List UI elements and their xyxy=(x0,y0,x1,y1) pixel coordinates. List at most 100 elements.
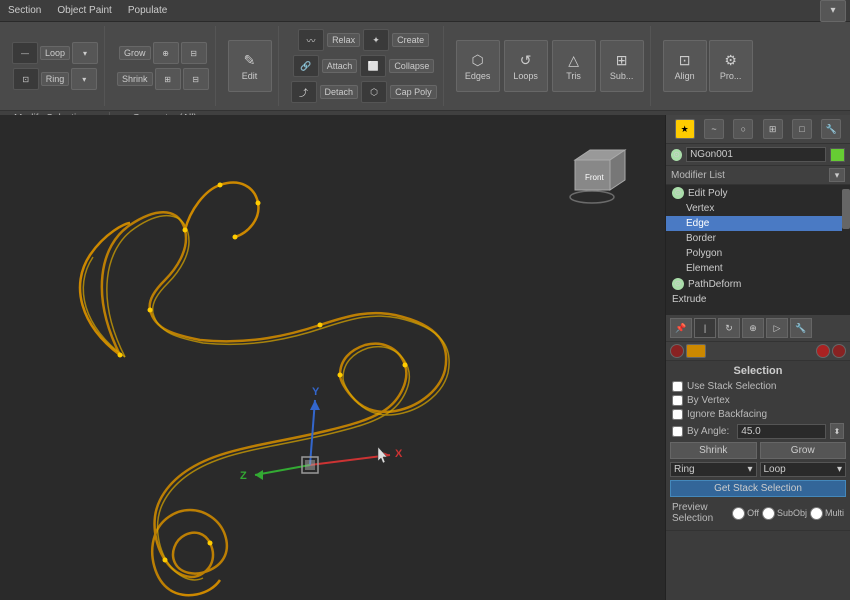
rotate-tool-btn[interactable]: ↻ xyxy=(718,318,740,338)
mod-pathdeform[interactable]: ⊙ PathDeform xyxy=(666,276,842,292)
panel-icon-camera[interactable]: □ xyxy=(792,119,812,139)
collapse-icon: ⬜ xyxy=(360,55,386,77)
angle-spinner[interactable]: ⬍ xyxy=(830,423,844,439)
panel-icon-curve[interactable]: ~ xyxy=(704,119,724,139)
attach-button[interactable]: Attach xyxy=(322,59,358,73)
snap-tool-btn[interactable]: 🔧 xyxy=(790,318,812,338)
edit-button[interactable]: ✎ Edit xyxy=(228,40,272,92)
selection-panel: Selection Use Stack Selection By Vertex … xyxy=(666,361,850,531)
pin-tool-btn[interactable]: 📌 xyxy=(670,318,692,338)
sub-label: Sub... xyxy=(610,71,634,81)
element-label: Element xyxy=(686,263,723,274)
color-dot-orange[interactable] xyxy=(686,344,706,358)
viewport[interactable]: X Y Z xyxy=(0,115,665,600)
grow-icon1[interactable]: ⊕ xyxy=(153,42,179,64)
main-area: X Y Z xyxy=(0,115,850,600)
panel-icon-star[interactable]: ★ xyxy=(675,119,695,139)
mod-border[interactable]: Border xyxy=(666,231,842,246)
align-button[interactable]: ⊡ Align xyxy=(663,40,707,92)
create-button[interactable]: Create xyxy=(392,33,429,47)
preview-multi-radio[interactable] xyxy=(810,507,823,520)
mod-extrude[interactable]: Extrude xyxy=(666,292,842,307)
ring-extra[interactable]: ▾ xyxy=(71,68,97,90)
preview-off-radio[interactable] xyxy=(732,507,745,520)
mod-polygon[interactable]: Polygon xyxy=(666,246,842,261)
color-dot-red[interactable] xyxy=(816,344,830,358)
pro-button[interactable]: ⚙ Pro... xyxy=(709,40,753,92)
modifier-scrollbar-thumb[interactable] xyxy=(842,189,850,229)
ignore-backfacing-label: Ignore Backfacing xyxy=(687,409,767,420)
ring-button[interactable]: Ring xyxy=(41,72,70,86)
mod-vertex[interactable]: Vertex xyxy=(666,201,842,216)
panel-icon-wrench[interactable]: 🔧 xyxy=(821,119,841,139)
by-vertex-checkbox[interactable] xyxy=(672,395,683,406)
ignore-backfacing-checkbox[interactable] xyxy=(672,409,683,420)
collapse-button[interactable]: Collapse xyxy=(389,59,434,73)
move-tool-btn[interactable]: | xyxy=(694,318,716,338)
by-angle-checkbox[interactable] xyxy=(672,426,683,437)
object-name-input[interactable] xyxy=(686,147,826,162)
ring-dropdown[interactable]: Ring ▾ xyxy=(670,462,757,477)
loops-button[interactable]: ↺ Loops xyxy=(504,40,548,92)
panel-icon-grid[interactable]: ⊞ xyxy=(763,119,783,139)
detach-button[interactable]: Detach xyxy=(320,85,359,99)
ignore-backfacing-row: Ignore Backfacing xyxy=(670,409,846,420)
loop-dropdown-arrow: ▾ xyxy=(837,464,842,475)
object-color-swatch[interactable] xyxy=(830,148,845,162)
align-pro-row: ⊡ Align ⚙ Pro... xyxy=(663,40,753,92)
color-dot-red-dark[interactable] xyxy=(670,344,684,358)
relax-button[interactable]: Relax xyxy=(327,33,360,47)
svg-text:Front: Front xyxy=(585,173,604,182)
detach-cappoly-row: ⤴ Detach ⬡ Cap Poly xyxy=(291,81,437,103)
create-icon: ✦ xyxy=(363,29,389,51)
align-pro-section: ⊡ Align ⚙ Pro... xyxy=(657,26,759,106)
loop-button[interactable]: Loop xyxy=(40,46,70,60)
relax-create-row: 〰 Relax ✦ Create xyxy=(298,29,429,51)
preview-row: Preview Selection Off SubObj Multi xyxy=(670,500,846,526)
loop-dropdown[interactable]: Loop ▾ xyxy=(760,462,847,477)
toolbar: Section Object Paint Populate ▾ — Loop ▾… xyxy=(0,0,850,115)
pro-icon: ⚙ xyxy=(724,52,737,69)
menu-arrow-btn[interactable]: ▾ xyxy=(820,0,846,22)
extrude-label: Extrude xyxy=(672,294,706,305)
use-stack-checkbox[interactable] xyxy=(672,381,683,392)
sub-button[interactable]: ⊞ Sub... xyxy=(600,40,644,92)
by-vertex-label: By Vertex xyxy=(687,395,730,406)
polygon-label: Polygon xyxy=(686,248,722,259)
panel-icon-circle[interactable]: ○ xyxy=(733,119,753,139)
section-label[interactable]: Section xyxy=(4,5,45,16)
color-dot-dark-red[interactable] xyxy=(832,344,846,358)
loop-extra[interactable]: ▾ xyxy=(72,42,98,64)
grow-icon2[interactable]: ⊟ xyxy=(181,42,207,64)
mod-element[interactable]: Element xyxy=(666,261,842,276)
scale-tool-btn[interactable]: ⊕ xyxy=(742,318,764,338)
grow-button[interactable]: Grow xyxy=(119,46,151,60)
cappoly-button[interactable]: Cap Poly xyxy=(390,85,437,99)
edges-icon: ⬡ xyxy=(471,52,483,69)
get-stack-btn[interactable]: Get Stack Selection xyxy=(670,480,846,497)
tris-button[interactable]: △ Tris xyxy=(552,40,596,92)
shrink-icon1[interactable]: ⊞ xyxy=(155,68,181,90)
modifier-scrollbar[interactable] xyxy=(842,185,850,315)
select-tool-btn[interactable]: ▷ xyxy=(766,318,788,338)
grow-btn[interactable]: Grow xyxy=(760,442,847,459)
relax-icon: 〰 xyxy=(298,29,324,51)
mod-edge[interactable]: Edge xyxy=(666,216,842,231)
mod-edit-poly[interactable]: ⊙ Edit Poly xyxy=(666,185,842,201)
object-active-indicator: ⊙ xyxy=(671,149,682,161)
right-panel: ★ ~ ○ ⊞ □ 🔧 ⊙ Modifier List ▾ ⊙ Edit Pol… xyxy=(665,115,850,600)
view-buttons-row: ⬡ Edges ↺ Loops △ Tris ⊞ Sub... xyxy=(456,40,644,92)
edges-button[interactable]: ⬡ Edges xyxy=(456,40,500,92)
svg-text:Y: Y xyxy=(312,386,320,398)
populate-label[interactable]: Populate xyxy=(124,5,171,16)
geometry-section: 〰 Relax ✦ Create 🔗 Attach ⬜ Collapse ⤴ D… xyxy=(285,26,444,106)
by-angle-value[interactable] xyxy=(737,424,826,439)
shrink-icon2[interactable]: ⊟ xyxy=(183,68,209,90)
shrink-btn[interactable]: Shrink xyxy=(670,442,757,459)
tris-icon: △ xyxy=(568,52,579,69)
shrink-button[interactable]: Shrink xyxy=(117,72,153,86)
vertex-label: Vertex xyxy=(686,203,714,214)
modifier-list-dropdown[interactable]: ▾ xyxy=(829,168,845,182)
object-paint-label[interactable]: Object Paint xyxy=(53,5,115,16)
preview-subobj-radio[interactable] xyxy=(762,507,775,520)
